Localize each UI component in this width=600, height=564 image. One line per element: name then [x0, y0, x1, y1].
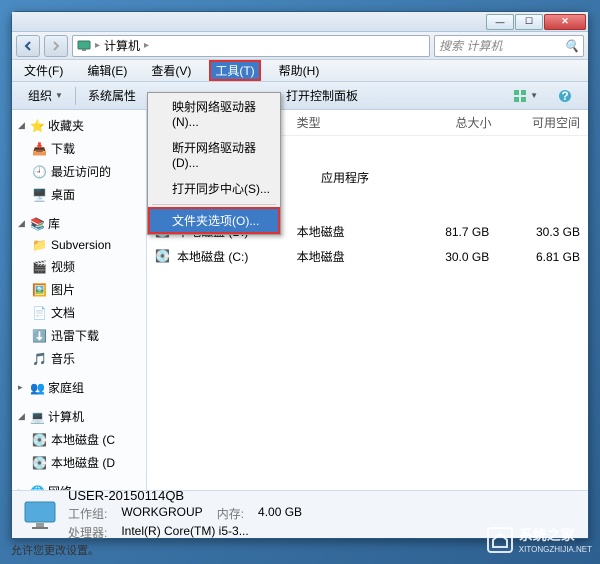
star-icon: ⭐ [30, 119, 44, 133]
chevron-down-icon: ▼ [55, 91, 63, 100]
back-button[interactable] [16, 35, 40, 57]
cpu-label: 处理器: [68, 524, 107, 541]
col-type[interactable]: 类型 [297, 114, 403, 131]
breadcrumb-sep: ▸ [144, 40, 149, 51]
sidebar-homegroup[interactable]: ▸👥家庭组 [12, 376, 146, 399]
sidebar-item-xunlei[interactable]: ⬇️迅雷下载 [12, 324, 146, 347]
workgroup-label: 工作组: [68, 505, 107, 522]
computer-name: USER-20150114QB [68, 488, 302, 503]
navigation-pane: ◢⭐收藏夹 📥下载 🕘最近访问的 🖥️桌面 ◢📚库 📁Subversion 🎬视… [12, 110, 147, 490]
sidebar-computer[interactable]: ◢💻计算机 [12, 405, 146, 428]
forward-button[interactable] [44, 35, 68, 57]
house-icon [487, 527, 513, 553]
separator [75, 87, 76, 105]
menu-folder-options[interactable]: 文件夹选项(O)... [148, 207, 280, 234]
memory-value: 4.00 GB [258, 505, 302, 522]
search-icon: 🔍 [564, 39, 579, 53]
maximize-button[interactable]: ☐ [515, 14, 543, 30]
download-icon: ⬇️ [32, 329, 46, 343]
col-total[interactable]: 总大小 [403, 114, 492, 131]
library-icon: 📚 [30, 217, 44, 231]
watermark: 系统之家 XITONGZHIJIA.NET [487, 525, 592, 554]
sidebar-item-pictures[interactable]: 🖼️图片 [12, 278, 146, 301]
close-button[interactable]: ✕ [544, 14, 586, 30]
document-icon: 📄 [32, 306, 46, 320]
recent-icon: 🕘 [32, 165, 46, 179]
toolbar: 组织▼ 系统属性 打开控制面板 ▼ ? [12, 82, 588, 110]
nav-bar: ▸ 计算机 ▸ 搜索 计算机 🔍 [12, 32, 588, 60]
organize-button[interactable]: 组织▼ [20, 84, 71, 107]
sidebar-item-drive-d[interactable]: 💽本地磁盘 (D [12, 451, 146, 474]
workgroup-value: WORKGROUP [121, 505, 202, 522]
sidebar-item-videos[interactable]: 🎬视频 [12, 255, 146, 278]
menu-help[interactable]: 帮助(H) [273, 60, 326, 81]
minimize-button[interactable]: — [486, 14, 514, 30]
drive-icon: 💽 [32, 433, 46, 447]
menu-tools[interactable]: 工具(T) [209, 60, 260, 81]
breadcrumb-label[interactable]: 计算机 [104, 37, 140, 54]
drive-row[interactable]: 💽本地磁盘 (C:) 本地磁盘 30.0 GB 6.81 GB [147, 244, 588, 269]
download-icon: 📥 [32, 142, 46, 156]
sidebar-item-drive-c[interactable]: 💽本地磁盘 (C [12, 428, 146, 451]
menu-edit[interactable]: 编辑(E) [81, 60, 133, 81]
desktop-icon: 🖥️ [32, 188, 46, 202]
sidebar-item-subversion[interactable]: 📁Subversion [12, 235, 146, 255]
tools-dropdown: 映射网络驱动器(N)... 断开网络驱动器(D)... 打开同步中心(S)...… [147, 92, 281, 235]
picture-icon: 🖼️ [32, 283, 46, 297]
sidebar-item-music[interactable]: 🎵音乐 [12, 347, 146, 370]
view-toggle-button[interactable]: ▼ [505, 86, 546, 106]
system-properties-button[interactable]: 系统属性 [80, 84, 144, 107]
explorer-window: — ☐ ✕ ▸ 计算机 ▸ 搜索 计算机 🔍 文件(F) 编辑(E) 查看(V)… [11, 11, 589, 539]
menu-file[interactable]: 文件(F) [18, 60, 69, 81]
drive-icon: 💽 [155, 249, 171, 265]
sidebar-libraries[interactable]: ◢📚库 [12, 212, 146, 235]
title-bar: — ☐ ✕ [12, 12, 588, 32]
sidebar-item-downloads[interactable]: 📥下载 [12, 137, 146, 160]
music-icon: 🎵 [32, 352, 46, 366]
computer-icon [22, 497, 58, 533]
folder-icon: 📁 [32, 238, 46, 252]
watermark-text: 系统之家 [519, 525, 592, 545]
memory-label: 内存: [217, 505, 244, 522]
menu-disconnect-drive[interactable]: 断开网络驱动器(D)... [148, 134, 280, 175]
computer-icon: 💻 [30, 410, 44, 424]
menu-separator [152, 204, 276, 205]
content-area: ◢⭐收藏夹 📥下载 🕘最近访问的 🖥️桌面 ◢📚库 📁Subversion 🎬视… [12, 110, 588, 490]
menu-sync-center[interactable]: 打开同步中心(S)... [148, 175, 280, 202]
col-free[interactable]: 可用空间 [491, 114, 580, 131]
menu-view[interactable]: 查看(V) [145, 60, 197, 81]
drive-icon: 💽 [32, 456, 46, 470]
breadcrumb-sep: ▸ [95, 40, 100, 51]
menu-map-drive[interactable]: 映射网络驱动器(N)... [148, 93, 280, 134]
control-panel-button[interactable]: 打开控制面板 [278, 84, 366, 107]
sidebar-item-desktop[interactable]: 🖥️桌面 [12, 183, 146, 206]
status-bar: 允许您更改设置。 [11, 542, 99, 558]
watermark-url: XITONGZHIJIA.NET [519, 545, 592, 554]
computer-icon [77, 39, 91, 53]
sidebar-item-documents[interactable]: 📄文档 [12, 301, 146, 324]
cpu-value: Intel(R) Core(TM) i5-3... [121, 524, 302, 541]
video-icon: 🎬 [32, 260, 46, 274]
sidebar-favorites[interactable]: ◢⭐收藏夹 [12, 114, 146, 137]
homegroup-icon: 👥 [30, 381, 44, 395]
search-input[interactable]: 搜索 计算机 🔍 [434, 35, 584, 57]
svg-text:?: ? [561, 89, 568, 103]
menu-bar: 文件(F) 编辑(E) 查看(V) 工具(T) 帮助(H) [12, 60, 588, 82]
breadcrumb[interactable]: ▸ 计算机 ▸ [72, 35, 430, 57]
sidebar-item-recent[interactable]: 🕘最近访问的 [12, 160, 146, 183]
help-icon-button[interactable]: ? [550, 86, 580, 106]
search-placeholder: 搜索 计算机 [439, 37, 502, 54]
